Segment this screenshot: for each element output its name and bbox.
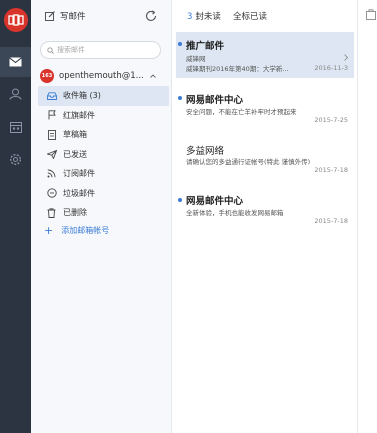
mail-item[interactable]: 多益网络 请确认您的多益通行证帐号(特此 谨慎外传) 2015-7-18: [176, 138, 354, 180]
unread-dot: [178, 96, 182, 100]
folder-spam[interactable]: 垃圾邮件: [38, 184, 169, 204]
folder-label: 已发送: [63, 149, 87, 159]
flag-icon: [46, 110, 57, 121]
mail-sender: 多益网络: [186, 146, 225, 157]
reader-toolbar-icon[interactable]: [366, 9, 376, 20]
rail-contacts-button[interactable]: [0, 79, 31, 109]
inbox-icon: [46, 90, 57, 101]
mail-subject: 安全问题，不能在亡羊补牢时才预起来: [186, 108, 297, 116]
folder-sent[interactable]: 已发送: [38, 145, 169, 165]
contacts-icon: [9, 88, 22, 100]
folder-subscriptions[interactable]: 订阅邮件: [38, 164, 169, 184]
folder-label: 收件箱 (3): [63, 91, 101, 101]
search-icon: [47, 46, 54, 54]
rail-calendar-button[interactable]: [0, 112, 31, 142]
plus-icon: +: [44, 223, 54, 237]
gear-icon: [9, 153, 22, 165]
search-box: [40, 41, 161, 59]
folder-label: 垃圾邮件: [63, 188, 95, 198]
unread-dot: [178, 198, 182, 202]
search-input[interactable]: [57, 46, 157, 54]
mail-item[interactable]: 网易邮件中心 全新体验，手机也能收发网易邮箱 2015-7-18: [176, 188, 354, 230]
account-badge: 163: [40, 69, 54, 83]
mail-date: 2015-7-18: [314, 217, 348, 225]
chevron-right-icon: [344, 54, 348, 61]
folder-label: 红旗邮件: [63, 110, 95, 120]
mail-date: 2016-11-3: [314, 64, 348, 72]
mail-list-toolbar: 3 封未读 全标已读: [172, 0, 358, 32]
folder-label: 订阅邮件: [63, 169, 95, 179]
app-rail: [0, 0, 31, 433]
mail-preview: 威锋期刊2016年第40期：大学新...: [186, 65, 289, 73]
mail-date: 2015-7-18: [314, 166, 348, 174]
account-name: openthemouth@1...: [59, 71, 144, 81]
reader-panel: [358, 0, 377, 433]
compose-button[interactable]: 写邮件: [45, 10, 86, 22]
folder-inbox[interactable]: 收件箱 (3): [38, 86, 169, 106]
trash-icon: [46, 207, 57, 218]
mail-subject: 威锋网: [186, 55, 206, 63]
compose-icon: [45, 11, 55, 21]
add-account-label: 添加邮箱帐号: [61, 226, 110, 235]
account-header[interactable]: 163 openthemouth@1...: [40, 67, 167, 85]
spam-icon: [46, 188, 57, 199]
folder-drafts[interactable]: 草稿箱: [38, 125, 169, 145]
calendar-icon: [9, 122, 22, 133]
unread-filter[interactable]: 3 封未读: [187, 10, 221, 22]
mail-subject: 请确认您的多益通行证帐号(特此 谨慎外传): [186, 158, 311, 166]
mail-item[interactable]: 网易邮件中心 安全问题，不能在亡羊补牢时才预起来 2015-7-25: [176, 86, 354, 128]
refresh-icon[interactable]: [144, 9, 158, 23]
mail-sender: 网易邮件中心: [186, 196, 244, 207]
rail-settings-button[interactable]: [0, 144, 31, 174]
mail-icon: [9, 57, 22, 67]
mail-item[interactable]: 推广邮件 威锋网 威锋期刊2016年第40期：大学新... 2016-11-3: [176, 32, 354, 78]
chevron-up-icon[interactable]: [149, 74, 156, 78]
mail-subject: 全新体验，手机也能收发网易邮箱: [186, 209, 284, 217]
mail-date: 2015-7-25: [314, 116, 348, 124]
logo-mark-icon: [8, 14, 24, 26]
mark-all-read-button[interactable]: 全标已读: [233, 10, 267, 22]
add-account-link[interactable]: + 添加邮箱帐号: [44, 225, 109, 236]
folder-panel: 写邮件 163 openthemouth@1... 收件箱 (3): [31, 0, 172, 433]
folder-flagged[interactable]: 红旗邮件: [38, 106, 169, 126]
sent-icon: [46, 149, 57, 160]
folder-trash[interactable]: 已删除: [38, 203, 169, 223]
mail-sender: 推广邮件: [186, 41, 225, 52]
app-logo: [4, 8, 28, 32]
mail-sender: 网易邮件中心: [186, 95, 244, 106]
folder-label: 草稿箱: [63, 130, 87, 140]
unread-label: 封未读: [195, 12, 221, 22]
mail-list-panel: 3 封未读 全标已读 推广邮件 威锋网 威锋期刊2016年第40期：大学新... …: [172, 0, 358, 433]
rss-icon: [46, 168, 57, 179]
folder-label: 已删除: [63, 208, 87, 218]
unread-count: 3: [187, 12, 193, 22]
draft-icon: [46, 129, 57, 140]
folder-list: 收件箱 (3) 红旗邮件 草稿箱 已发送 订阅邮件 垃圾邮件 已删除: [38, 86, 169, 223]
compose-label: 写邮件: [60, 12, 86, 22]
folder-toolbar: 写邮件: [31, 0, 172, 32]
rail-mail-button[interactable]: [0, 47, 31, 77]
unread-dot: [178, 42, 182, 46]
